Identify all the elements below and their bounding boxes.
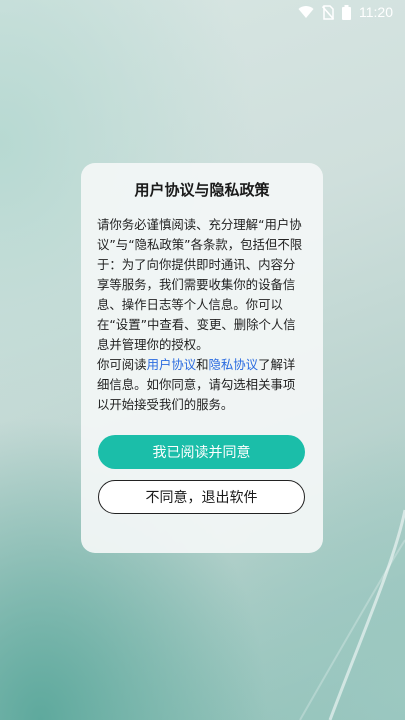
agree-button[interactable]: 我已阅读并同意 (98, 435, 305, 469)
disagree-exit-button[interactable]: 不同意，退出软件 (98, 480, 305, 514)
no-sim-icon (322, 4, 334, 20)
p2-prefix: 你可阅读 (97, 357, 147, 372)
privacy-agreement-link[interactable]: 隐私协议 (209, 357, 259, 372)
status-bar: 11:20 (0, 0, 405, 24)
dialog-paragraph-2: 你可阅读用户协议和隐私协议了解详细信息。如你同意，请勾选相关事项以开始接受我们的… (97, 355, 307, 415)
p2-and: 和 (196, 357, 209, 372)
dialog-body: 请你务必谨慎阅读、充分理解“用户协议”与“隐私政策”各条款，包括但不限于：为了向… (97, 215, 307, 415)
battery-icon (342, 4, 351, 20)
user-agreement-link[interactable]: 用户协议 (147, 357, 197, 372)
wifi-icon (298, 5, 314, 19)
status-time: 11:20 (359, 4, 393, 20)
dialog-paragraph-1: 请你务必谨慎阅读、充分理解“用户协议”与“隐私政策”各条款，包括但不限于：为了向… (97, 217, 303, 352)
privacy-dialog: 用户协议与隐私政策 请你务必谨慎阅读、充分理解“用户协议”与“隐私政策”各条款，… (81, 163, 323, 553)
dialog-title: 用户协议与隐私政策 (134, 181, 270, 199)
